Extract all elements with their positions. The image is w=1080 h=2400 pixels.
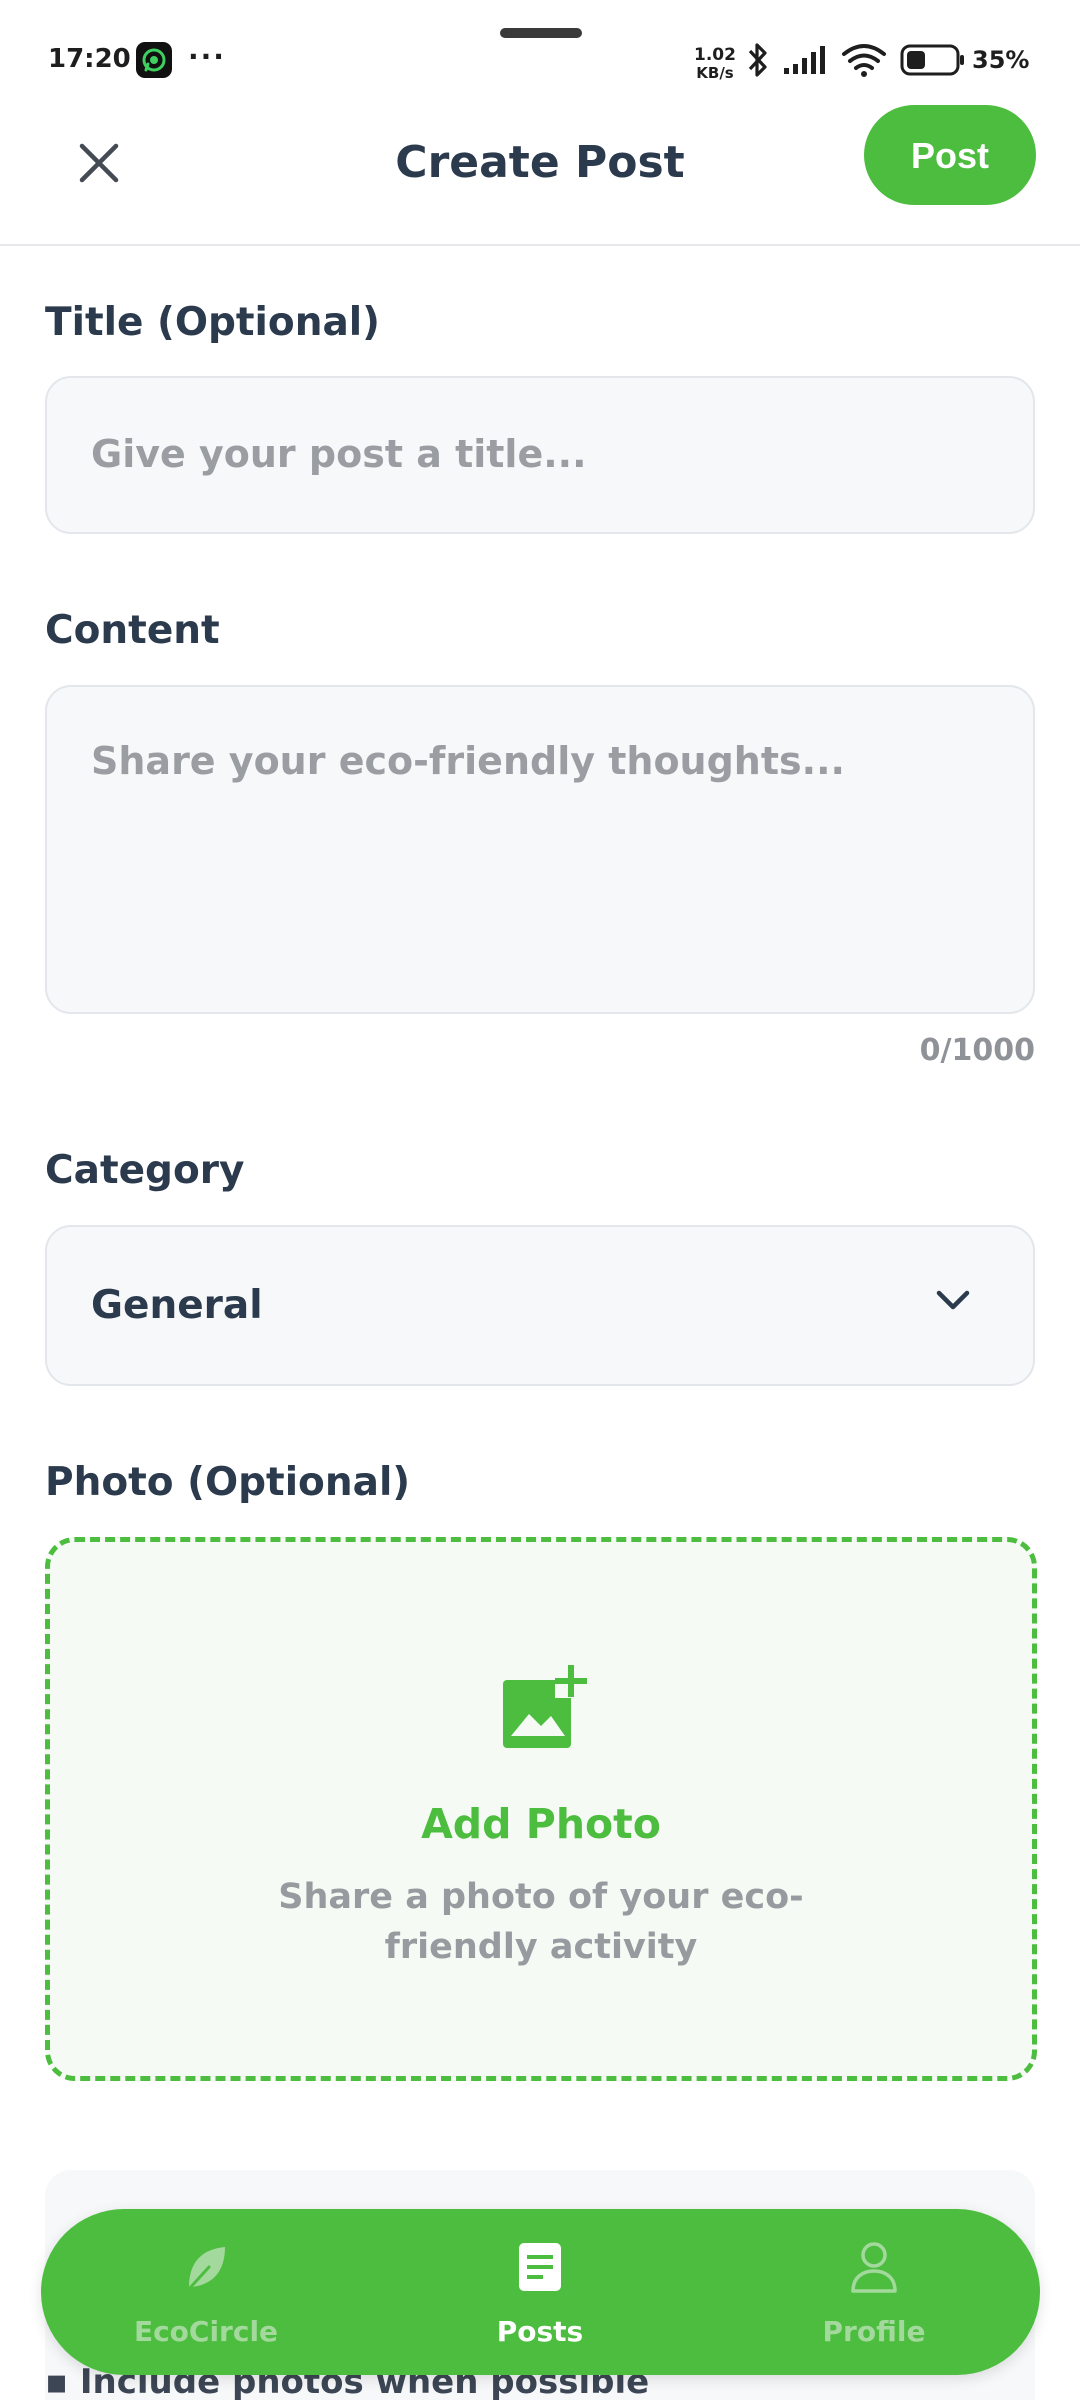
more-notifications-icon: ···: [188, 40, 226, 73]
content-textarea[interactable]: Share your eco-friendly thoughts...: [45, 685, 1035, 1014]
category-value: General: [91, 1283, 263, 1328]
nav-label-ecocircle: EcoCircle: [133, 2315, 279, 2348]
post-button[interactable]: Post: [864, 105, 1036, 205]
signal-icon: [782, 44, 832, 80]
chevron-down-icon: [936, 1290, 970, 1310]
status-bar: 17:20 ··· 1.02 KB/s 35%: [0, 0, 1080, 110]
nav-item-profile[interactable]: Profile: [749, 2209, 999, 2375]
add-photo-label: Add Photo: [421, 1800, 661, 1848]
title-label: Title (Optional): [45, 300, 380, 345]
network-speed-unit: KB/s: [696, 64, 734, 82]
battery-icon: [900, 44, 966, 80]
title-input[interactable]: Give your post a title...: [45, 376, 1035, 534]
add-photo-dropzone[interactable]: Add Photo Share a photo of your eco-frie…: [45, 1537, 1037, 2081]
content-placeholder: Share your eco-friendly thoughts...: [91, 739, 845, 783]
create-post-screen: 17:20 ··· 1.02 KB/s 35% Create Post Post…: [0, 0, 1080, 2400]
nav-label-posts: Posts: [496, 2315, 584, 2348]
network-speed: 1.02 KB/s: [690, 46, 740, 82]
app-header: Create Post Post: [0, 100, 1080, 246]
battery-percent: 35%: [972, 46, 1030, 74]
nav-item-posts[interactable]: Posts: [415, 2209, 665, 2375]
add-photo-description: Share a photo of your eco-friendly activ…: [278, 1877, 804, 1967]
bluetooth-icon: [744, 40, 772, 84]
nav-label-profile: Profile: [822, 2315, 926, 2348]
leaf-icon: [187, 2247, 225, 2291]
person-icon: [851, 2242, 897, 2293]
photo-label: Photo (Optional): [45, 1460, 411, 1505]
category-select[interactable]: General: [45, 1225, 1035, 1386]
whatsapp-icon: [136, 42, 172, 78]
document-icon: [519, 2243, 561, 2291]
category-label: Category: [45, 1148, 245, 1193]
bottom-navigation: EcoCircle Posts Profile: [41, 2209, 1040, 2375]
network-speed-value: 1.02: [694, 45, 736, 65]
content-label: Content: [45, 608, 220, 653]
wifi-icon: [840, 42, 888, 82]
drag-handle[interactable]: [500, 28, 582, 38]
status-time: 17:20: [48, 44, 131, 74]
title-placeholder: Give your post a title...: [91, 432, 587, 476]
nav-item-ecocircle[interactable]: EcoCircle: [81, 2209, 331, 2375]
character-counter: 0/1000: [919, 1033, 1035, 1068]
add-photo-icon: [503, 1664, 589, 1748]
